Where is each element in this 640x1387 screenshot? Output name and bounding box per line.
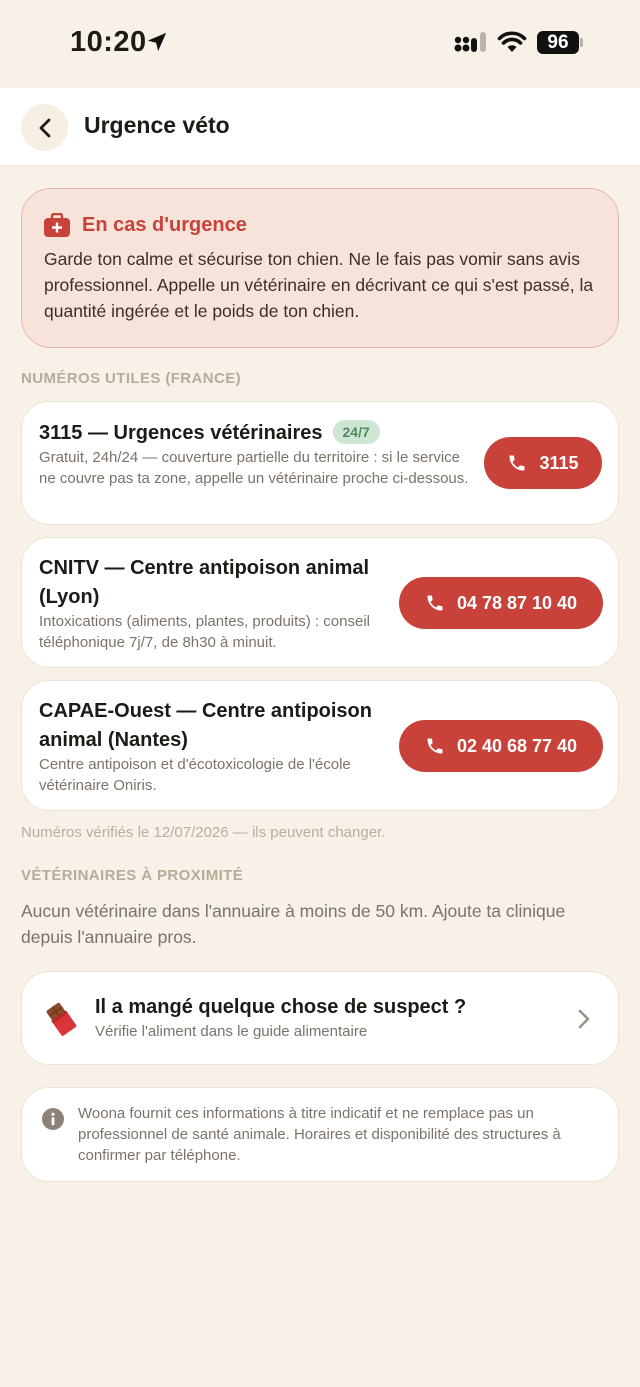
disclaimer-text: Woona fournit ces informations à titre i… [78,1105,561,1164]
disclaimer-card: Woona fournit ces informations à titre i… [21,1087,619,1182]
number-title: 3115 — Urgences vétérinaires 24/7 [39,419,380,448]
phone-icon [509,455,525,471]
no-vet-message: Aucun vétérinaire dans l'annuaire à moin… [21,901,566,947]
chevron-right-icon [578,1009,590,1029]
status-bar: 10:20 96 [0,0,640,88]
cellular-signal-icon [454,32,486,52]
number-title: CNITV — Centre antipoison animal (Lyon) [39,557,370,608]
phone-icon [427,595,443,611]
call-capae-button[interactable]: 02 40 68 77 40 [399,720,603,772]
number-description: Centre antipoison et d'écotoxicologie de… [39,756,351,794]
location-arrow-icon [147,32,167,52]
emergency-number-card: CAPAE-Ouest — Centre antipoison animal (… [21,680,619,811]
phone-icon [427,738,443,754]
back-button[interactable] [21,104,68,151]
chocolate-bar-icon [46,1002,77,1036]
number-description: Gratuit, 24h/24 — couverture partielle d… [39,449,469,487]
food-guide-card[interactable]: Il a mangé quelque chose de suspect ? Vé… [21,971,619,1065]
emergency-alert-card: En cas d'urgence Garde ton calme et sécu… [21,188,619,348]
emergency-number-card: CNITV — Centre antipoison animal (Lyon) … [21,537,619,668]
wifi-icon [497,31,527,52]
app-header: Urgence véto [0,88,640,166]
number-title-text: 3115 — Urgences vétérinaires [39,422,323,444]
status-time: 10:20 [70,26,147,58]
battery-tip [580,38,583,47]
availability-badge: 24/7 [332,420,380,444]
info-icon [42,1108,64,1130]
call-button-label: 02 40 68 77 40 [456,735,578,756]
alert-title-row: En cas d'urgence [44,213,596,237]
number-description: Intoxications (aliments, plantes, produi… [39,613,370,651]
call-cnitv-button[interactable]: 04 78 87 10 40 [399,577,603,629]
section-label-numbers: NUMÉROS UTILES (FRANCE) [21,370,242,387]
verified-note: Numéros vérifiés le 12/07/2026 — ils peu… [21,824,386,841]
call-button-label: 3115 [539,452,579,473]
first-aid-kit-icon [44,213,70,237]
number-title: CAPAE-Ouest — Centre antipoison animal (… [39,700,372,751]
call-button-label: 04 78 87 10 40 [456,592,578,613]
alert-title: En cas d'urgence [82,213,247,236]
alert-text: Garde ton calme et sécurise ton chien. N… [44,249,594,321]
chevron-left-icon [39,118,50,137]
food-guide-subtitle: Vérifie l'aliment dans le guide alimenta… [95,1023,368,1040]
page-title: Urgence véto [84,112,230,138]
call-3115-button[interactable]: 3115 [484,437,602,489]
food-guide-title: Il a mangé quelque chose de suspect ? [95,996,467,1018]
section-label-vets: VÉTÉRINAIRES À PROXIMITÉ [21,867,244,884]
battery-indicator: 96 [537,31,579,54]
emergency-number-card: 3115 — Urgences vétérinaires 24/7 Gratuit… [21,401,619,525]
